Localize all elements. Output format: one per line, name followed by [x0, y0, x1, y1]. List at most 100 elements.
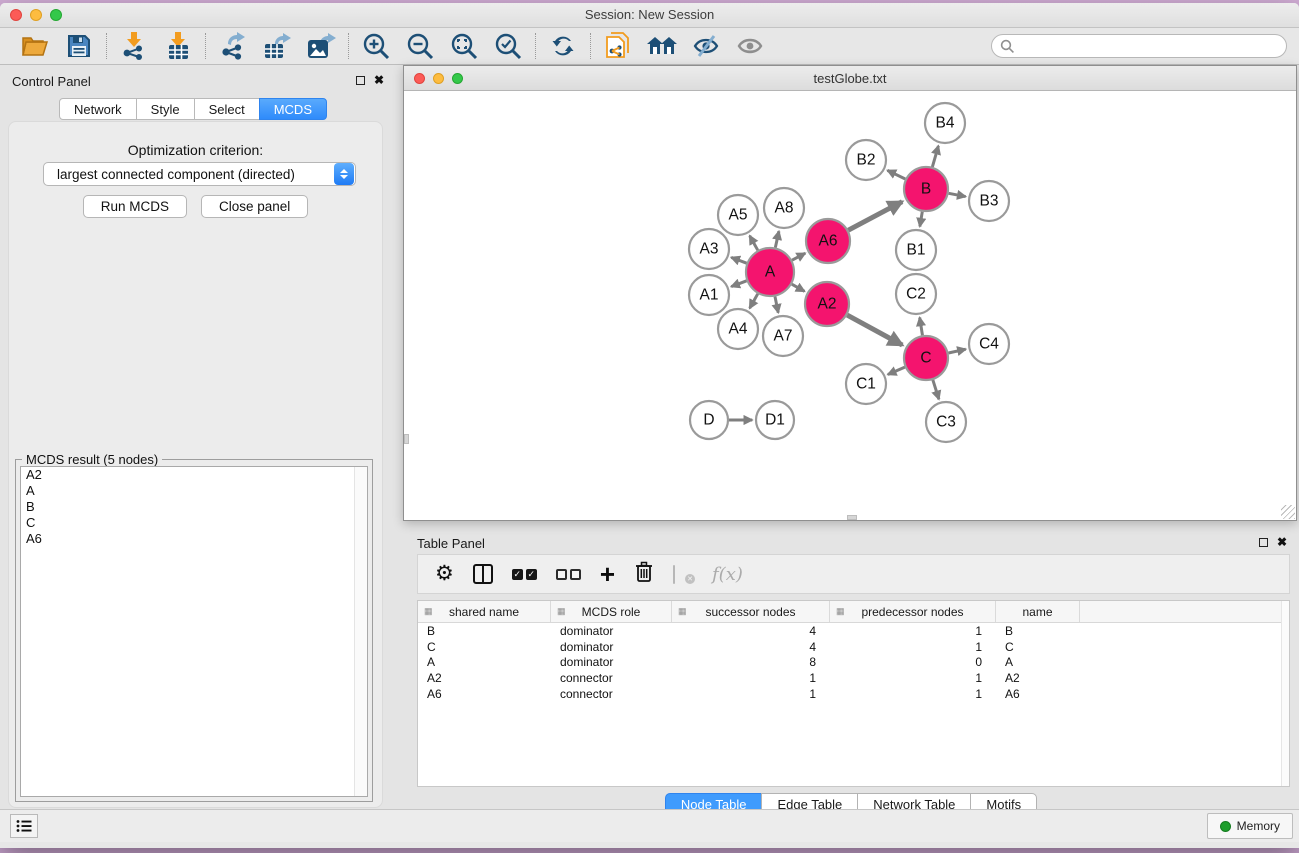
table-cell[interactable]: A: [996, 655, 1080, 669]
table-cell[interactable]: 1: [672, 671, 830, 685]
dropdown-stepper-icon[interactable]: [334, 163, 354, 185]
table-cell[interactable]: 1: [830, 671, 996, 685]
close-table-panel-icon[interactable]: ✖: [1277, 537, 1287, 547]
close-panel-button[interactable]: Close panel: [201, 195, 308, 218]
result-list-item[interactable]: B: [21, 499, 367, 515]
table-cell[interactable]: A6: [418, 687, 551, 701]
home-network-icon[interactable]: [646, 31, 678, 61]
graph-edge[interactable]: [750, 294, 758, 308]
table-cell[interactable]: C: [996, 640, 1080, 654]
task-history-button[interactable]: [10, 814, 38, 838]
graph-edge[interactable]: [731, 281, 746, 287]
export-network-icon[interactable]: [217, 31, 249, 61]
graph-edge[interactable]: [775, 296, 778, 312]
network-canvas[interactable]: AA1A2A3A4A5A6A7A8BB1B2B3B4CC1C2C3C4DD1: [404, 91, 1296, 520]
close-panel-icon[interactable]: ✖: [374, 75, 384, 85]
tab-network[interactable]: Network: [59, 98, 137, 120]
table-cell[interactable]: 4: [672, 640, 830, 654]
table-cell[interactable]: A2: [996, 671, 1080, 685]
tab-style[interactable]: Style: [136, 98, 195, 120]
export-table-icon[interactable]: [261, 31, 293, 61]
result-scrollbar[interactable]: [354, 467, 367, 796]
result-list-item[interactable]: A2: [21, 467, 367, 483]
column-header[interactable]: ▦MCDS role: [551, 601, 672, 622]
result-list-item[interactable]: C: [21, 515, 367, 531]
result-list-item[interactable]: A6: [21, 531, 367, 547]
table-cell[interactable]: C: [418, 640, 551, 654]
graph-edge[interactable]: [933, 380, 939, 399]
table-cell[interactable]: 1: [672, 687, 830, 701]
graph-edge[interactable]: [792, 284, 805, 291]
network-hscroll-thumb[interactable]: [847, 515, 857, 520]
table-cell[interactable]: A6: [996, 687, 1080, 701]
import-network-icon[interactable]: [118, 31, 150, 61]
mcds-result-list[interactable]: A2ABCA6: [20, 466, 368, 797]
open-session-icon[interactable]: [19, 31, 51, 61]
table-scrollbar[interactable]: [1281, 601, 1289, 786]
zoom-fit-icon[interactable]: [448, 31, 480, 61]
graph-edge[interactable]: [948, 349, 965, 353]
delete-column-icon[interactable]: [634, 561, 654, 588]
table-row[interactable]: Adominator80A: [418, 655, 1289, 671]
table-cell[interactable]: 4: [672, 624, 830, 638]
table-cell[interactable]: B: [996, 624, 1080, 638]
save-session-icon[interactable]: [63, 31, 95, 61]
table-cell[interactable]: 1: [830, 624, 996, 638]
graph-edge[interactable]: [750, 236, 758, 250]
table-cell[interactable]: dominator: [551, 655, 672, 669]
column-header[interactable]: ▦shared name: [418, 601, 551, 622]
float-panel-icon[interactable]: [356, 76, 365, 85]
tab-mcds[interactable]: MCDS: [259, 98, 327, 120]
float-table-panel-icon[interactable]: [1259, 538, 1268, 547]
graph-edge[interactable]: [888, 367, 905, 374]
network-window-titlebar[interactable]: testGlobe.txt: [404, 66, 1296, 91]
table-cell[interactable]: dominator: [551, 624, 672, 638]
import-table-icon[interactable]: [162, 31, 194, 61]
select-all-columns-icon[interactable]: ✓ ✓: [512, 569, 537, 580]
unselect-all-columns-icon[interactable]: [556, 569, 581, 580]
zoom-in-icon[interactable]: [360, 31, 392, 61]
node-table[interactable]: ▦shared name▦MCDS role▦successor nodes▦p…: [417, 600, 1290, 787]
show-columns-icon[interactable]: [473, 564, 493, 584]
create-column-icon[interactable]: +: [600, 564, 615, 584]
graph-edge[interactable]: [775, 231, 779, 247]
graph-edge[interactable]: [932, 146, 938, 167]
table-row[interactable]: A2connector11A2: [418, 670, 1289, 686]
delete-table-icon[interactable]: ✕: [673, 566, 693, 582]
graph-edge[interactable]: [949, 193, 966, 196]
zoom-out-icon[interactable]: [404, 31, 436, 61]
memory-button[interactable]: Memory: [1207, 813, 1293, 839]
table-row[interactable]: Cdominator41C: [418, 639, 1289, 655]
graph-edge[interactable]: [920, 212, 922, 227]
table-cell[interactable]: B: [418, 624, 551, 638]
tab-select[interactable]: Select: [194, 98, 260, 120]
resize-grip-icon[interactable]: [1281, 505, 1295, 519]
graph-edge[interactable]: [848, 202, 902, 231]
table-cell[interactable]: connector: [551, 687, 672, 701]
export-image-icon[interactable]: [305, 31, 337, 61]
column-header[interactable]: ▦successor nodes: [672, 601, 830, 622]
table-cell[interactable]: 0: [830, 655, 996, 669]
table-row[interactable]: A6connector11A6: [418, 686, 1289, 702]
table-cell[interactable]: A2: [418, 671, 551, 685]
function-builder-icon[interactable]: f(x): [712, 564, 743, 585]
network-graph[interactable]: AA1A2A3A4A5A6A7A8BB1B2B3B4CC1C2C3C4DD1: [404, 91, 1296, 520]
network-vscroll-thumb[interactable]: [404, 434, 409, 444]
table-cell[interactable]: connector: [551, 671, 672, 685]
show-detail-icon[interactable]: [734, 31, 766, 61]
column-header[interactable]: name: [996, 601, 1080, 622]
table-cell[interactable]: A: [418, 655, 551, 669]
run-mcds-button[interactable]: Run MCDS: [83, 195, 187, 218]
column-header[interactable]: ▦predecessor nodes: [830, 601, 996, 622]
table-cell[interactable]: 8: [672, 655, 830, 669]
table-cell[interactable]: 1: [830, 640, 996, 654]
graph-edge[interactable]: [731, 257, 746, 263]
table-cell[interactable]: 1: [830, 687, 996, 701]
table-settings-icon[interactable]: ⚙: [435, 564, 454, 584]
result-list-item[interactable]: A: [21, 483, 367, 499]
search-input[interactable]: [991, 34, 1287, 58]
graph-edge[interactable]: [920, 318, 923, 336]
criterion-dropdown[interactable]: largest connected component (directed): [43, 162, 356, 186]
zoom-selected-icon[interactable]: [492, 31, 524, 61]
table-row[interactable]: Bdominator41B: [418, 623, 1289, 639]
